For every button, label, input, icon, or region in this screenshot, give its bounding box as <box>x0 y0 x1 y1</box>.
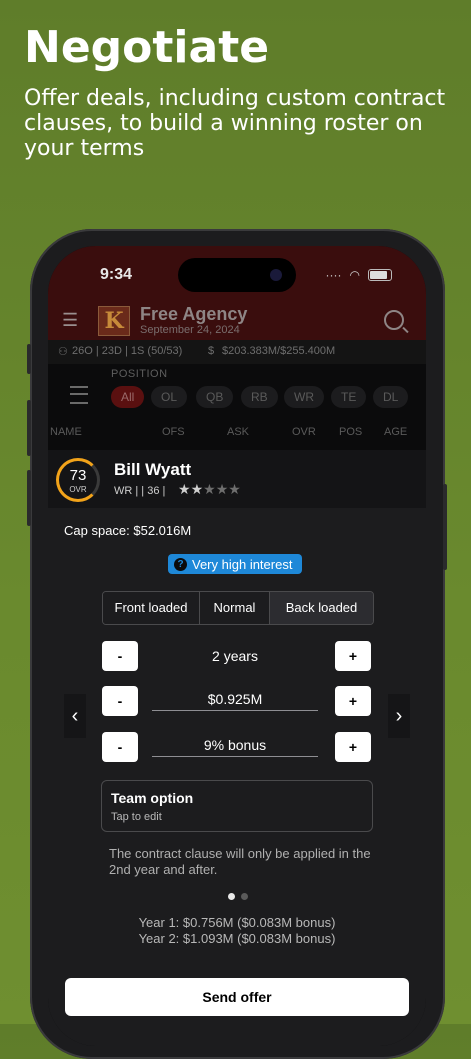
col-pos[interactable]: POS <box>339 426 362 438</box>
money-icon: $ <box>208 345 215 357</box>
position-filter: POSITION All OL QB RB WR TE DL <box>48 364 426 424</box>
col-age[interactable]: AGE <box>384 426 407 438</box>
ovr-label: OVR <box>69 485 87 494</box>
player-meta: WR | | 36 | <box>114 485 166 497</box>
col-ofs[interactable]: OFS <box>162 426 185 438</box>
clause-card[interactable]: Team option Tap to edit <box>101 780 373 832</box>
phone-power-button <box>443 484 447 570</box>
star-icon: ★ <box>215 481 229 497</box>
filter-all[interactable]: All <box>111 386 145 408</box>
status-bar: 9:34 ···· ◠ <box>48 246 426 302</box>
promo-subtitle: Offer deals, including custom contract c… <box>24 86 446 161</box>
page-indicator <box>228 893 248 900</box>
page-date: September 24, 2024 <box>140 324 240 336</box>
clause-title: Team option <box>111 790 194 806</box>
phone-volume-up <box>27 400 31 456</box>
filter-te[interactable]: TE <box>331 386 367 408</box>
offer-sheet: Cap space: $52.016M ? Very high interest… <box>48 508 426 1046</box>
normal-option[interactable]: Normal <box>200 592 270 624</box>
filter-dl[interactable]: DL <box>373 386 409 408</box>
status-icons: ···· ◠ <box>326 268 392 282</box>
question-icon: ? <box>174 557 187 571</box>
back-loaded-option[interactable]: Back loaded <box>270 592 373 624</box>
interest-badge: ? Very high interest <box>168 554 303 574</box>
roster-count: 26O | 23D | 1S (50/53) <box>72 345 183 357</box>
phone-volume-down <box>27 470 31 526</box>
phone-screen: 9:34 ···· ◠ ☰ K Free Agency September 24… <box>48 246 426 1046</box>
position-label: POSITION <box>111 368 168 380</box>
years-value: 2 years <box>212 648 258 664</box>
front-loaded-option[interactable]: Front loaded <box>103 592 200 624</box>
team-logo: K <box>98 306 130 336</box>
ovr-value: 73 <box>69 467 87 484</box>
clause-note: The contract clause will only be applied… <box>109 846 371 877</box>
star-icon: ★ <box>190 481 204 497</box>
page-title: Free Agency <box>140 304 248 324</box>
years-decrement-button[interactable]: - <box>102 641 138 671</box>
amount-decrement-button[interactable]: - <box>102 686 138 716</box>
signal-icon: ···· <box>325 268 342 282</box>
phone-side-button <box>27 344 31 374</box>
sliders-icon[interactable] <box>70 386 88 404</box>
col-name[interactable]: NAME <box>50 426 82 438</box>
page-dot[interactable] <box>241 893 248 900</box>
col-ovr[interactable]: OVR <box>292 426 316 438</box>
filter-rb[interactable]: RB <box>241 386 278 408</box>
amount-increment-button[interactable]: + <box>335 686 371 716</box>
menu-icon[interactable]: ☰ <box>62 310 78 331</box>
star-icon: ★ <box>228 481 241 497</box>
search-icon[interactable] <box>384 310 404 330</box>
clause-subtitle: Tap to edit <box>111 811 162 823</box>
page-dot-active[interactable] <box>228 893 235 900</box>
roster-info-bar: ⚇ 26O | 23D | 1S (50/53) $ $203.383M/$25… <box>48 340 426 364</box>
chevron-right-icon[interactable]: › <box>388 694 410 738</box>
cap-space: Cap space: $52.016M <box>64 523 192 538</box>
chevron-left-icon[interactable]: ‹ <box>64 694 86 738</box>
ovr-badge: 73 OVR <box>56 458 100 502</box>
interest-label: Very high interest <box>192 556 293 572</box>
contract-structure-selector: Front loaded Normal Back loaded <box>102 591 374 625</box>
bonus-field[interactable]: 9% bonus <box>152 737 318 757</box>
amount-field[interactable]: $0.925M <box>152 691 318 711</box>
bonus-increment-button[interactable]: + <box>335 732 371 762</box>
filter-wr[interactable]: WR <box>284 386 324 408</box>
wifi-icon: ◠ <box>349 268 360 282</box>
promo-title: Negotiate <box>24 22 270 73</box>
filter-ol[interactable]: OL <box>151 386 188 408</box>
year-1-line: Year 1: $0.756M ($0.083M bonus) <box>138 915 336 930</box>
filter-qb[interactable]: QB <box>196 386 234 408</box>
year-2-line: Year 2: $1.093M ($0.083M bonus) <box>138 931 336 946</box>
dynamic-island <box>178 258 296 292</box>
column-headers: NAME OFS ASK OVR POS AGE <box>48 424 426 450</box>
status-time: 9:34 <box>100 266 133 283</box>
star-half-icon: ★ <box>203 481 216 497</box>
star-icon: ★ <box>178 481 191 497</box>
player-row[interactable]: 73 OVR Bill Wyatt WR | | 36 | ★★★★★ <box>48 450 426 508</box>
salary-cap: $203.383M/$255.400M <box>222 345 336 357</box>
player-name: Bill Wyatt <box>114 460 192 479</box>
star-rating: ★★★★★ <box>178 481 241 498</box>
battery-icon <box>368 269 392 281</box>
send-offer-button[interactable]: Send offer <box>65 978 409 1016</box>
bonus-decrement-button[interactable]: - <box>102 732 138 762</box>
year-breakdown: Year 1: $0.756M ($0.083M bonus) Year 2: … <box>48 915 426 947</box>
app-header: ☰ K Free Agency September 24, 2024 <box>48 302 426 340</box>
col-ask[interactable]: ASK <box>227 426 249 438</box>
years-increment-button[interactable]: + <box>335 641 371 671</box>
people-icon: ⚇ <box>58 346 68 358</box>
